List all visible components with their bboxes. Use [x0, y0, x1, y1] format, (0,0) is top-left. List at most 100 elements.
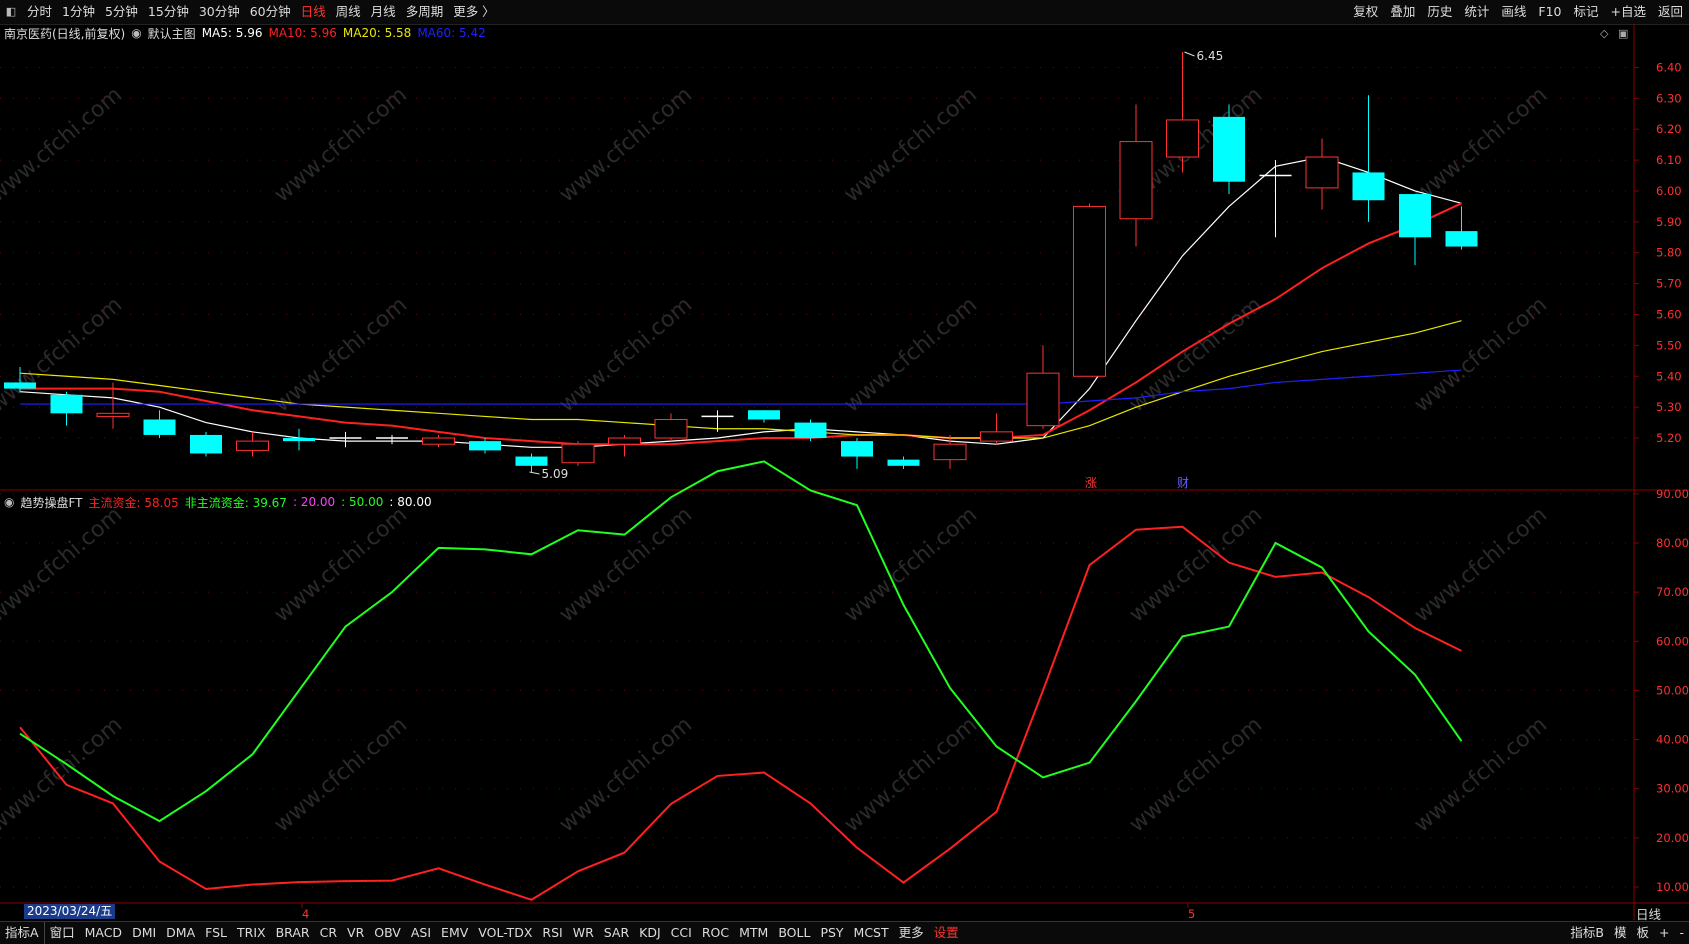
candle-body — [1166, 119, 1199, 158]
main-fund-line — [19, 525, 1462, 901]
indicator-tab[interactable]: CCI — [666, 922, 697, 944]
y-tick-label: 6.20 — [1656, 122, 1682, 136]
bottom-button[interactable]: 模 — [1609, 922, 1632, 944]
low-label: 5.09 — [542, 467, 569, 481]
indicator-tab[interactable]: MACD — [80, 922, 127, 944]
candle-body — [1213, 116, 1245, 182]
y-tick-label: 10.00 — [1656, 880, 1689, 894]
bottom-button[interactable]: + — [1654, 922, 1674, 944]
y-tick-label: 6.30 — [1656, 91, 1682, 105]
y-tick-label: 40.00 — [1656, 733, 1689, 747]
indicator-tab[interactable]: SAR — [599, 922, 634, 944]
y-tick-label: 6.40 — [1656, 60, 1682, 74]
indicator-tab[interactable]: KDJ — [634, 922, 666, 944]
watermark-text: www.cfchi.com — [1410, 502, 1552, 627]
y-tick-label: 5.40 — [1656, 369, 1682, 383]
watermark-text: www.cfchi.com — [0, 502, 127, 627]
ma20-line — [19, 320, 1462, 439]
indicator-tab[interactable]: OBV — [369, 922, 406, 944]
annotation-layer: 6.45 5.09 涨 财 — [529, 49, 1224, 490]
indicator-tab[interactable]: MCST — [849, 922, 894, 944]
watermark-text: www.cfchi.com — [0, 712, 127, 837]
candle-body — [1305, 156, 1339, 189]
y-tick-label: 6.10 — [1656, 153, 1682, 167]
axes-layer: 5.20 5.30 5.40 5.50 5.60 5.70 5.80 5.90 6.00 6.10… — [0, 24, 1689, 921]
low-arrow — [529, 471, 540, 475]
candle-body — [1445, 231, 1478, 247]
indicator-tabs-bar: 指标A 窗口 MACD DMI DMA FSL TRIX BRAR CR VR OBV ASI EMV V… — [0, 921, 1689, 944]
indicator-tab[interactable]: FSL — [200, 922, 232, 944]
high-arrow — [1184, 51, 1195, 57]
candle-body — [50, 394, 83, 414]
watermark-text: www.cfchi.com — [0, 82, 127, 207]
indicator-tab[interactable]: WR — [568, 922, 599, 944]
y-tick-label: 6.00 — [1656, 184, 1682, 198]
watermark-text: www.cfchi.com — [1125, 292, 1267, 417]
indicator-tab[interactable]: EMV — [436, 922, 473, 944]
watermark-text: www.cfchi.com — [840, 502, 982, 627]
y-tick-label: 5.50 — [1656, 338, 1682, 352]
bottom-button[interactable]: 指标B — [1565, 922, 1609, 944]
indicator-tab[interactable]: ROC — [697, 922, 734, 944]
watermark-text: www.cfchi.com — [555, 292, 697, 417]
candle-body — [980, 431, 1013, 442]
candle-body — [143, 419, 176, 435]
indicator-tab[interactable]: VOL-TDX — [473, 922, 537, 944]
y-tick-label: 5.80 — [1656, 246, 1682, 260]
y-tick-label: 30.00 — [1656, 782, 1689, 796]
indicator-tab[interactable]: 窗口 — [45, 922, 80, 944]
candle-body — [469, 441, 501, 451]
y-tick-label: 50.00 — [1656, 683, 1689, 697]
candle-body — [515, 456, 548, 466]
y-tick-label: 5.20 — [1656, 431, 1682, 445]
watermark-text: www.cfchi.com — [555, 712, 697, 837]
indicator-tab[interactable]: 设置 — [929, 922, 964, 944]
candles-layer — [4, 52, 1478, 472]
chart-canvas[interactable]: www.cfchi.com www.cfchi.com www.cfchi.com w… — [0, 0, 1689, 943]
indicator-tab[interactable]: PSY — [815, 922, 848, 944]
indicator-tab[interactable]: BRAR — [271, 922, 315, 944]
indicator-tab[interactable]: MTM — [734, 922, 773, 944]
watermark-text: www.cfchi.com — [840, 292, 982, 417]
bottom-button[interactable]: - — [1674, 922, 1689, 944]
indicator-tab[interactable]: ASI — [406, 922, 436, 944]
y-tick-label: 70.00 — [1656, 585, 1689, 599]
watermark-text: www.cfchi.com — [840, 82, 982, 207]
watermark-text: www.cfchi.com — [270, 502, 412, 627]
candle-body — [422, 437, 455, 445]
event-tag: 财 — [1177, 476, 1189, 490]
candle-body — [1119, 141, 1153, 220]
candle-body — [794, 422, 827, 439]
indicator-tab[interactable]: CR — [315, 922, 342, 944]
indicator-tab[interactable]: RSI — [537, 922, 567, 944]
ma60-line — [20, 369, 1462, 405]
bottom-button[interactable]: 板 — [1631, 922, 1654, 944]
indicator-tabs: 指标A 窗口 MACD DMI DMA FSL TRIX BRAR CR VR OBV ASI EMV V… — [0, 922, 964, 944]
candle-body — [283, 438, 315, 442]
candle-body — [190, 434, 222, 454]
candle-body — [654, 419, 688, 439]
y-tick-label: 5.30 — [1656, 400, 1682, 414]
indicator-tab[interactable]: 更多 — [894, 922, 929, 944]
watermark-text: www.cfchi.com — [840, 712, 982, 837]
high-label: 6.45 — [1197, 49, 1224, 63]
indicator-tab[interactable]: TRIX — [232, 922, 271, 944]
candle-body — [1026, 372, 1060, 427]
indicator-tab[interactable]: DMI — [127, 922, 161, 944]
candle-body — [1352, 172, 1385, 201]
indicator-tab[interactable]: VR — [342, 922, 369, 944]
watermark-text: www.cfchi.com — [1410, 712, 1552, 837]
candle-body — [1399, 194, 1431, 238]
watermark-text: www.cfchi.com — [1410, 292, 1552, 417]
candle-body — [96, 412, 130, 417]
watermark-text: www.cfchi.com — [1125, 712, 1267, 837]
watermark-text: www.cfchi.com — [1410, 82, 1552, 207]
candle-body — [748, 410, 780, 420]
bottom-right-buttons: 指标B 模板 + - — [1565, 922, 1689, 944]
candle-body — [933, 443, 967, 461]
y-tick-label: 5.60 — [1656, 308, 1682, 322]
indicator-tab[interactable]: BOLL — [773, 922, 815, 944]
y-tick-label: 80.00 — [1656, 536, 1689, 550]
indicator-tab[interactable]: DMA — [161, 922, 200, 944]
indicator-tab[interactable]: 指标A — [0, 922, 45, 944]
